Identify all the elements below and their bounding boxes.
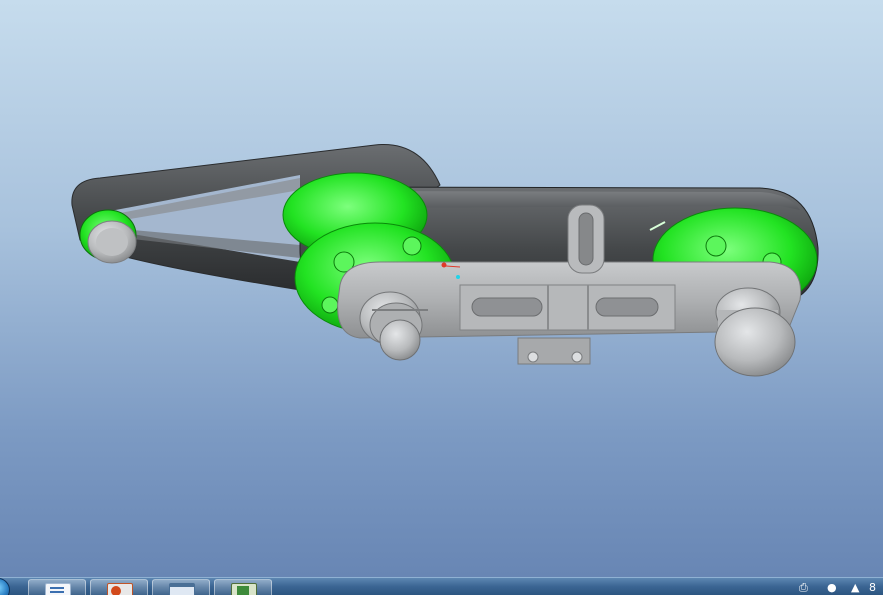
window-icon xyxy=(169,583,195,595)
cad-app-icon xyxy=(231,583,257,595)
left-small-pulley xyxy=(79,209,137,264)
windows-taskbar: ⎙ ● ▲ 8 xyxy=(0,577,883,595)
cad-task-button[interactable] xyxy=(214,579,272,595)
tray-text: 8 xyxy=(869,581,876,594)
tray-overflow-icon[interactable]: ▲ xyxy=(851,581,859,595)
windows-orb-icon[interactable] xyxy=(0,578,10,595)
window-task-button[interactable] xyxy=(152,579,210,595)
system-tray: ⎙ ● ▲ 8 xyxy=(793,580,883,595)
tension-slot-bracket xyxy=(567,204,605,274)
penguin-icon[interactable]: ● xyxy=(827,581,837,595)
list-window-icon xyxy=(45,583,71,595)
powerpoint-icon xyxy=(107,583,133,595)
belt-drive-assembly-model[interactable] xyxy=(0,0,883,577)
printer-icon[interactable]: ⎙ xyxy=(799,581,808,595)
explorer-task-button[interactable] xyxy=(28,579,86,595)
powerpoint-task-button[interactable] xyxy=(90,579,148,595)
cad-3d-viewport[interactable] xyxy=(0,0,883,577)
